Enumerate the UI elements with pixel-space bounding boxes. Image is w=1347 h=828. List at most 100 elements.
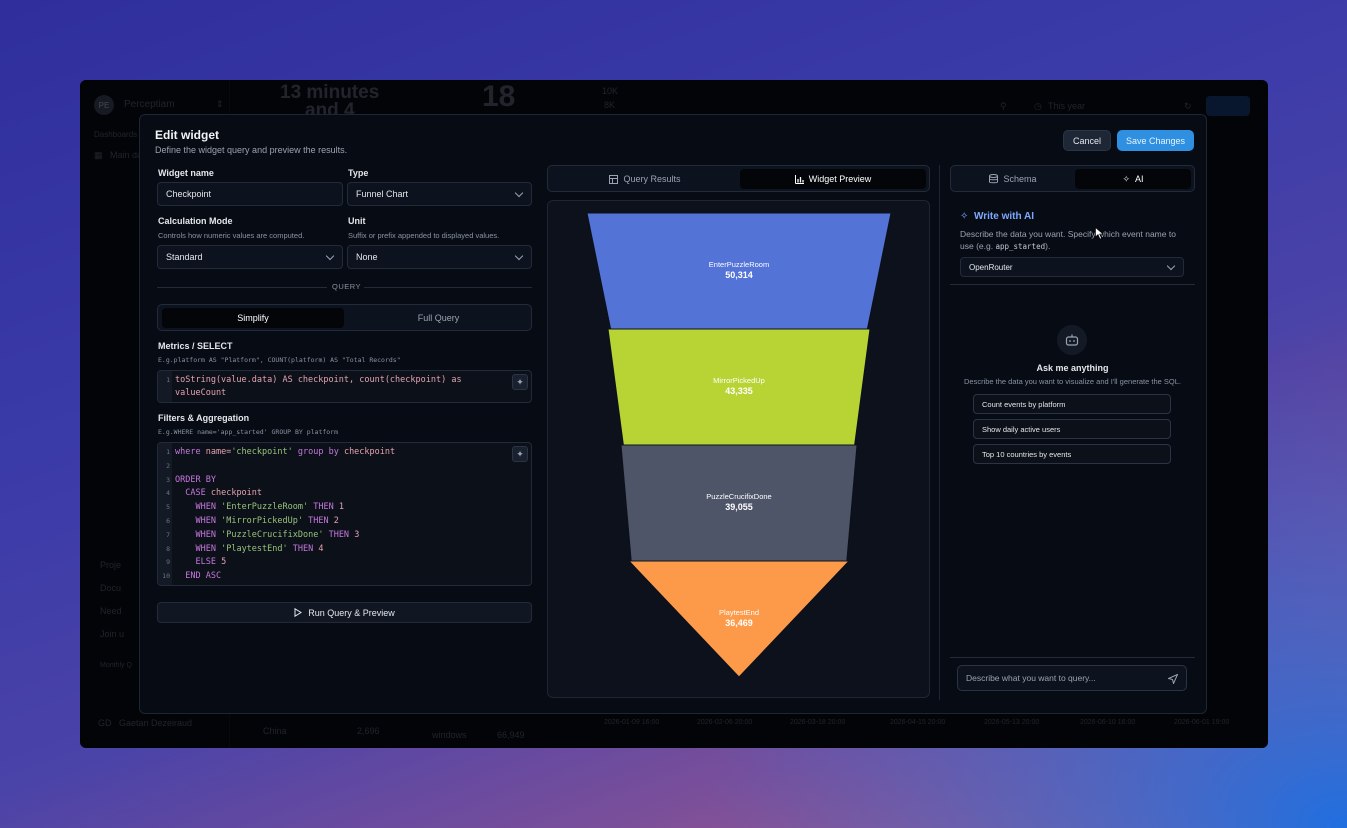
line-number: 2	[166, 461, 170, 470]
filters-hint: E.g.WHERE name='app_started' GROUP BY pl…	[158, 428, 339, 436]
ai-title: Write with AI	[974, 211, 1034, 222]
funnel-category-label: PuzzleCrucifixDone	[706, 492, 771, 501]
modal-title: Edit widget	[155, 128, 219, 142]
tab-query-results[interactable]: Query Results	[552, 169, 738, 189]
query-mode-toggle: Simplify Full Query	[157, 304, 532, 331]
tab-ai[interactable]: ✧ AI	[1075, 169, 1191, 189]
save-changes-button[interactable]: Save Changes	[1117, 130, 1194, 151]
metrics-label: Metrics / SELECT	[158, 341, 233, 351]
send-icon[interactable]	[1168, 674, 1178, 684]
magic-wand-icon[interactable]: ✦	[512, 374, 528, 390]
type-select[interactable]: Funnel Chart	[347, 182, 532, 206]
ai-description: Describe the data you want. Specify whic…	[960, 228, 1185, 253]
funnel-value-label: 50,314	[725, 270, 753, 280]
funnel-value-label: 36,469	[725, 618, 753, 628]
widget-name-input[interactable]: Checkpoint	[157, 182, 343, 206]
mode-simplify-button[interactable]: Simplify	[162, 308, 344, 328]
ai-desc-text: Describe the data you want. Specify whic…	[960, 229, 1176, 252]
unit-label: Unit	[348, 216, 366, 226]
type-label: Type	[348, 168, 369, 178]
line-number: 3	[166, 475, 170, 484]
filters-editor[interactable]: 1 where name='checkpoint' group by checkp…	[157, 442, 532, 586]
mode-full-query-button[interactable]: Full Query	[348, 308, 529, 328]
unit-select[interactable]: None	[347, 245, 532, 269]
run-query-label: Run Query & Preview	[308, 607, 395, 618]
ai-query-input[interactable]: Describe what you want to query...	[957, 665, 1187, 691]
magic-wand-icon[interactable]: ✦	[512, 446, 528, 462]
line-number: 7	[166, 530, 170, 539]
run-query-button[interactable]: Run Query & Preview	[157, 602, 532, 623]
metrics-editor[interactable]: 1 toString(value.data) AS checkpoint, co…	[157, 370, 532, 403]
funnel-value-label: 43,335	[725, 386, 753, 396]
cancel-button[interactable]: Cancel	[1063, 130, 1111, 151]
line-number: 5	[166, 503, 170, 512]
suggestion-button[interactable]: Show daily active users	[973, 419, 1171, 439]
column-divider	[939, 165, 940, 700]
type-value: Funnel Chart	[356, 189, 409, 199]
ai-divider	[950, 284, 1195, 285]
tab-query-results-label: Query Results	[623, 174, 681, 184]
table-icon	[609, 174, 619, 184]
calc-mode-label: Calculation Mode	[158, 216, 233, 226]
line-number: 1	[166, 448, 170, 456]
suggestion-button[interactable]: Top 10 countries by events	[973, 444, 1171, 464]
robot-icon	[1057, 325, 1087, 355]
tab-schema[interactable]: Schema	[955, 169, 1071, 189]
metrics-code-line-1: toString(value.data) AS checkpoint, coun…	[175, 375, 462, 385]
code-line: WHEN 'MirrorPickedUp' THEN 2	[195, 516, 339, 526]
code-line: WHEN 'PlaytestEnd' THEN 4	[195, 543, 324, 554]
chevron-down-icon	[514, 251, 524, 261]
ask-subtitle: Describe the data you want to visualize …	[964, 377, 1181, 386]
code-line: WHEN 'PuzzleCrucifixDone' THEN 3	[195, 529, 360, 540]
provider-select[interactable]: OpenRouter	[960, 257, 1184, 277]
tab-widget-preview-label: Widget Preview	[808, 174, 872, 184]
chat-divider	[950, 657, 1195, 658]
funnel-value-label: 39,055	[725, 502, 753, 512]
funnel-category-label: EnterPuzzleRoom	[709, 260, 769, 269]
mouse-cursor-icon	[1095, 227, 1104, 240]
ai-desc-code: app_started	[995, 242, 1046, 252]
ask-title: Ask me anything	[1036, 363, 1109, 373]
widget-name-label: Widget name	[158, 168, 214, 178]
sparkles-icon: ✧	[960, 211, 969, 222]
calc-mode-select[interactable]: Standard	[157, 245, 343, 269]
bar-chart-icon	[794, 174, 804, 184]
tab-ai-label: AI	[1135, 174, 1144, 184]
ai-query-placeholder: Describe what you want to query...	[966, 673, 1096, 683]
query-divider-label: QUERY	[332, 282, 362, 291]
assist-tabs: Schema ✧ AI	[950, 165, 1195, 192]
line-number: 8	[166, 544, 170, 553]
divider-left	[157, 287, 327, 288]
funnel-category-label: MirrorPickedUp	[713, 376, 765, 385]
filters-label: Filters & Aggregation	[158, 413, 250, 423]
tab-widget-preview[interactable]: Widget Preview	[740, 169, 926, 189]
line-number: 1	[166, 376, 170, 384]
line-number: 6	[166, 517, 170, 525]
chevron-down-icon	[325, 251, 335, 261]
code-line: ORDER BY	[175, 474, 216, 485]
code-line: CASE checkpoint	[185, 488, 263, 499]
code-line: END ASC	[185, 571, 222, 582]
line-number: 9	[166, 558, 170, 567]
funnel-chart: EnterPuzzleRoom50,314 MirrorPickedUp43,33…	[586, 212, 892, 678]
sparkles-icon: ✧	[1122, 173, 1131, 184]
calc-mode-hint: Controls how numeric values are computed…	[158, 231, 305, 240]
play-icon	[294, 608, 303, 617]
metrics-code-line-1-wrap: valueCount	[175, 388, 227, 398]
code-line: WHEN 'EnterPuzzleRoom' THEN 1	[195, 502, 344, 513]
line-number: 4	[166, 489, 170, 498]
code-line: ELSE 5	[195, 557, 227, 568]
database-icon	[989, 174, 999, 184]
line-number: 10	[162, 572, 170, 581]
unit-hint: Suffix or prefix appended to displayed v…	[348, 231, 500, 240]
chevron-down-icon	[1166, 261, 1176, 271]
divider-right	[364, 287, 532, 288]
modal-subtitle: Define the widget query and preview the …	[155, 145, 348, 155]
widget-preview-panel: EnterPuzzleRoom 50,314 MirrorPickedUp 43,33…	[547, 200, 930, 698]
ai-desc-end: ).	[1045, 241, 1051, 252]
unit-value: None	[356, 252, 378, 262]
preview-tabs: Query Results Widget Preview	[547, 165, 930, 192]
code-line: where name='checkpoint' group by checkpo…	[175, 447, 396, 457]
suggestion-button[interactable]: Count events by platform	[973, 394, 1171, 414]
edit-widget-modal: Edit widget Define the widget query and …	[139, 114, 1207, 714]
